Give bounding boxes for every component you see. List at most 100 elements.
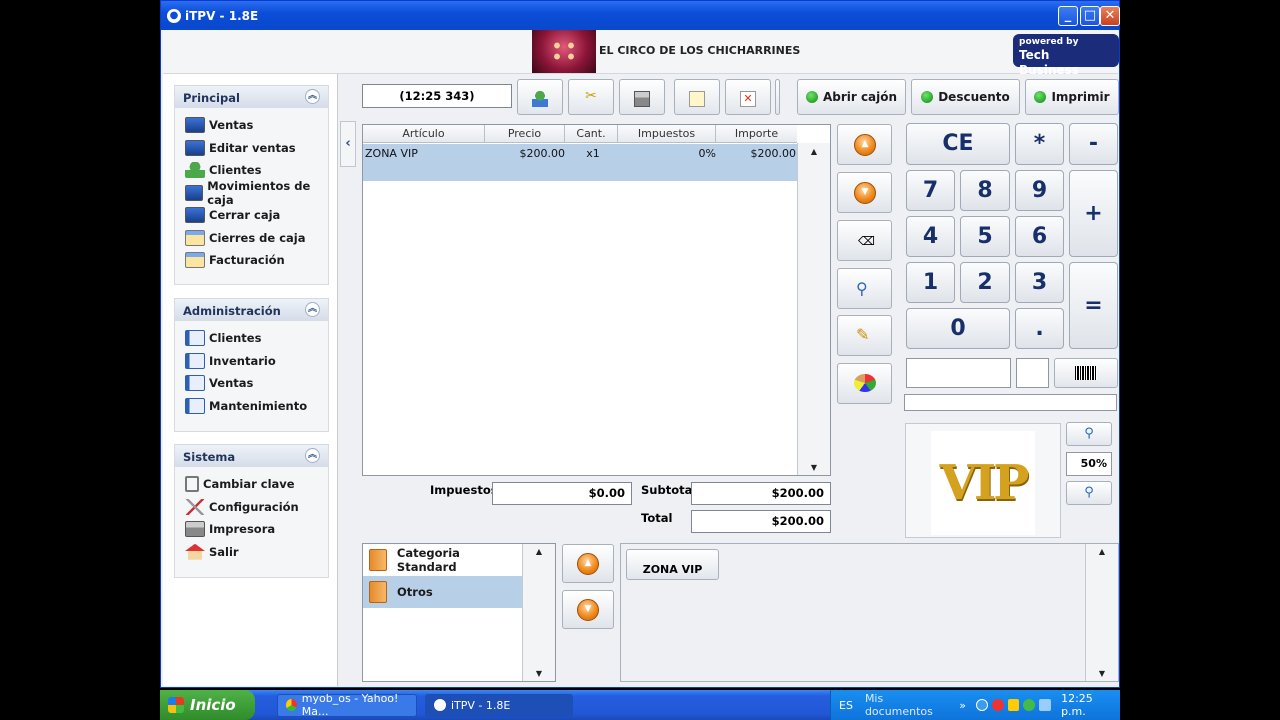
split-button[interactable]: ✂	[568, 79, 614, 115]
product-scrollbar[interactable]: ▲ ▼	[1085, 544, 1118, 681]
delete-document-icon: ✕	[740, 91, 756, 107]
barcode-input[interactable]	[904, 394, 1117, 411]
column-header-amount[interactable]: Importe	[716, 125, 797, 143]
sidebar-item-configuracion[interactable]: Configuración	[175, 496, 328, 519]
line-up-button[interactable]: ▲	[837, 124, 892, 165]
column-header-tax[interactable]: Impuestos	[618, 125, 716, 143]
key-multiply[interactable]: *	[1015, 123, 1064, 165]
new-ticket-button[interactable]	[674, 79, 720, 115]
sidebar-item-salir[interactable]: Salir	[175, 541, 328, 564]
total-value: $200.00	[691, 510, 831, 533]
key-equals[interactable]: =	[1069, 262, 1118, 349]
print-ticket-button[interactable]	[619, 79, 665, 115]
key-5[interactable]: 5	[960, 216, 1010, 257]
price-input[interactable]	[906, 358, 1011, 388]
sidebar-item-cambiar-clave[interactable]: Cambiar clave	[175, 473, 328, 496]
column-header-qty[interactable]: Cant.	[565, 125, 618, 143]
zoom-out-button[interactable]: ⚲	[1066, 481, 1112, 505]
key-decimal[interactable]: .	[1015, 308, 1064, 349]
chevron-right-icon[interactable]: »	[959, 699, 966, 712]
window-title: iTPV - 1.8E	[185, 8, 259, 23]
customer-button[interactable]	[517, 79, 563, 115]
task-yahoo[interactable]: myob_os - Yahoo! Ma...	[277, 692, 417, 718]
sidebar-item-inventario[interactable]: Inventario	[175, 350, 328, 373]
scroll-up-icon[interactable]: ▲	[798, 147, 830, 156]
key-0[interactable]: 0	[906, 308, 1010, 349]
sidebar-item-label: Cierres de caja	[209, 230, 306, 245]
close-button[interactable]: ✕	[1100, 6, 1120, 26]
task-itpv[interactable]: iTPV - 1.8E	[425, 693, 573, 717]
sidebar-item-editar-ventas[interactable]: Editar ventas	[175, 137, 328, 160]
sidebar-item-cerrar-caja[interactable]: Cerrar caja	[175, 204, 328, 227]
key-1[interactable]: 1	[906, 262, 955, 303]
maximize-button[interactable]: □	[1080, 6, 1100, 26]
category-scrollbar[interactable]: ▲ ▼	[522, 544, 555, 681]
taskbar: Inicio myob_os - Yahoo! Ma... iTPV - 1.8…	[160, 690, 1120, 720]
sidebar-item-cierres[interactable]: Cierres de caja	[175, 227, 328, 250]
key-minus[interactable]: -	[1069, 123, 1118, 165]
key-6[interactable]: 6	[1015, 216, 1064, 257]
category-icon	[369, 549, 387, 571]
sidebar-item-admin-clientes[interactable]: Clientes	[175, 327, 328, 350]
scroll-down-icon[interactable]: ▼	[1086, 669, 1118, 678]
key-8[interactable]: 8	[960, 170, 1010, 211]
language-indicator[interactable]: ES	[839, 699, 853, 712]
panel-principal-header[interactable]: Principal ︽	[175, 86, 328, 108]
collapse-up-icon[interactable]: ︽	[305, 302, 320, 317]
sidebar-item-mantenimiento[interactable]: Mantenimiento	[175, 395, 328, 418]
column-header-article[interactable]: Artículo	[363, 125, 485, 143]
collapse-up-icon[interactable]: ︽	[305, 448, 320, 463]
tray-icon-red[interactable]	[991, 699, 1004, 711]
collapse-sidebar-button[interactable]: ‹	[340, 121, 356, 167]
discount-button[interactable]: Descuento	[911, 79, 1020, 115]
key-ce[interactable]: CE	[906, 123, 1010, 165]
start-button[interactable]: Inicio	[160, 690, 255, 720]
list-item[interactable]: Otros	[363, 576, 523, 608]
key-4[interactable]: 4	[906, 216, 955, 257]
back-icon[interactable]	[975, 699, 988, 711]
search-product-button[interactable]: ⚲	[837, 268, 892, 309]
green-dot-icon	[805, 91, 818, 103]
category-up-button[interactable]: ▲	[562, 544, 614, 583]
ticket-scrollbar[interactable]: ▲ ▼	[797, 143, 830, 475]
sidebar-item-label: Configuración	[209, 499, 299, 514]
open-drawer-button[interactable]: Abrir cajón	[797, 79, 906, 115]
sidebar-item-movimientos[interactable]: Movimientos de caja	[175, 179, 328, 207]
barcode-button[interactable]	[1054, 358, 1118, 388]
category-down-button[interactable]: ▼	[562, 590, 614, 629]
company-logo	[532, 30, 596, 73]
sidebar-item-impresora[interactable]: Impresora	[175, 518, 328, 541]
list-item[interactable]: Categoria Standard	[363, 544, 523, 576]
scroll-down-icon[interactable]: ▼	[523, 669, 555, 678]
delete-ticket-button[interactable]: ✕	[725, 79, 771, 115]
product-button-zona-vip[interactable]: ZONA VIP	[626, 549, 719, 580]
scroll-down-icon[interactable]: ▼	[798, 463, 830, 472]
key-3[interactable]: 3	[1015, 262, 1064, 303]
sidebar-item-facturacion[interactable]: Facturación	[175, 249, 328, 272]
print-button[interactable]: Imprimir	[1025, 79, 1119, 115]
shield-icon[interactable]	[1007, 699, 1020, 711]
sidebar-item-admin-ventas[interactable]: Ventas	[175, 372, 328, 395]
key-7[interactable]: 7	[906, 170, 955, 211]
scroll-up-icon[interactable]: ▲	[523, 547, 555, 556]
minimize-button[interactable]: _	[1058, 6, 1078, 26]
edit-line-button[interactable]: ✎	[837, 315, 892, 356]
table-row[interactable]: ZONA VIP $200.00 x1 0% $200.00	[363, 144, 797, 181]
volume-icon[interactable]	[1039, 699, 1052, 711]
panel-sistema-header[interactable]: Sistema ︽	[175, 445, 328, 467]
collapse-up-icon[interactable]: ︽	[305, 89, 320, 104]
key-2[interactable]: 2	[960, 262, 1010, 303]
docs-toolbar[interactable]: Mis documentos	[865, 692, 953, 718]
delete-line-button[interactable]: ⌫	[837, 220, 892, 261]
line-down-button[interactable]: ▼	[837, 172, 892, 213]
sidebar-item-ventas[interactable]: Ventas	[175, 114, 328, 137]
network-icon[interactable]	[1023, 699, 1036, 711]
attributes-button[interactable]	[837, 363, 892, 404]
panel-administracion-header[interactable]: Administración ︽	[175, 299, 328, 321]
zoom-in-button[interactable]: ⚲	[1066, 422, 1112, 446]
key-plus[interactable]: +	[1069, 170, 1118, 257]
quantity-input[interactable]	[1016, 358, 1049, 388]
key-9[interactable]: 9	[1015, 170, 1064, 211]
column-header-price[interactable]: Precio	[485, 125, 565, 143]
scroll-up-icon[interactable]: ▲	[1086, 547, 1118, 556]
